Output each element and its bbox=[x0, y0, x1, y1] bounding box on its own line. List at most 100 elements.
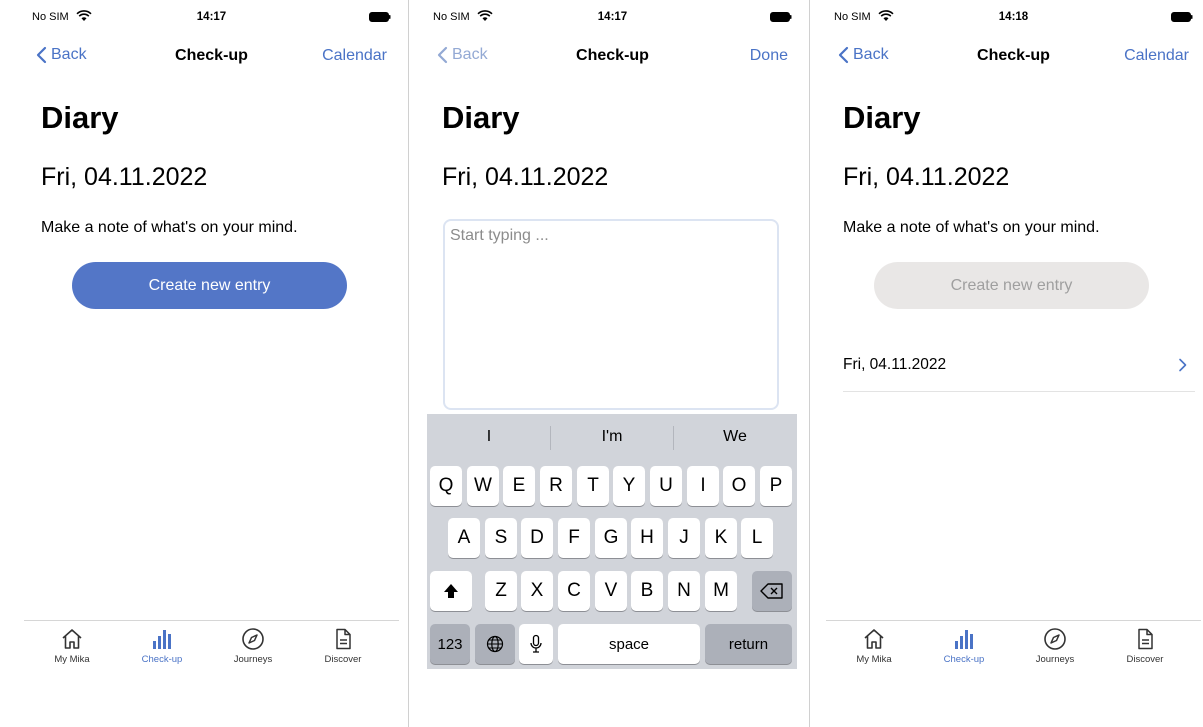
calendar-button[interactable]: Calendar bbox=[322, 47, 387, 65]
tab-my-mika[interactable]: My Mika bbox=[834, 627, 914, 665]
key-q[interactable]: Q bbox=[430, 466, 462, 506]
microphone-icon bbox=[530, 634, 542, 653]
create-entry-button[interactable]: Create new entry bbox=[72, 262, 347, 309]
navigation-bar: Back Check-up Calendar bbox=[826, 44, 1201, 72]
back-label: Back bbox=[452, 46, 488, 63]
key-w[interactable]: W bbox=[467, 466, 499, 506]
calendar-button[interactable]: Calendar bbox=[1124, 47, 1189, 65]
key-d[interactable]: D bbox=[521, 518, 553, 558]
compass-icon bbox=[1044, 628, 1066, 650]
suggestion-item[interactable]: I'm bbox=[552, 428, 672, 446]
tab-label: Check-up bbox=[141, 654, 183, 665]
screen-diary-with-entry: No SIM 14:18 Back Check-up Calendar Diar… bbox=[826, 0, 1201, 727]
key-n[interactable]: N bbox=[668, 571, 700, 611]
suggestion-item[interactable]: We bbox=[675, 428, 795, 446]
key-c[interactable]: C bbox=[558, 571, 590, 611]
key-j[interactable]: J bbox=[668, 518, 700, 558]
clock: 14:17 bbox=[196, 11, 227, 23]
diary-entry-row[interactable]: Fri, 04.11.2022 bbox=[843, 338, 1195, 392]
clock: 14:18 bbox=[998, 11, 1029, 23]
suggestion-divider bbox=[673, 426, 674, 450]
key-u[interactable]: U bbox=[650, 466, 682, 506]
key-z[interactable]: Z bbox=[485, 571, 517, 611]
key-l[interactable]: L bbox=[741, 518, 773, 558]
diary-prompt: Make a note of what's on your mind. bbox=[843, 219, 1100, 236]
chevron-right-icon bbox=[1179, 358, 1187, 371]
backspace-key[interactable] bbox=[752, 571, 792, 611]
battery-icon bbox=[1171, 12, 1193, 22]
clock: 14:17 bbox=[597, 11, 628, 23]
numbers-key[interactable]: 123 bbox=[430, 624, 470, 664]
tab-label: Discover bbox=[1126, 654, 1164, 665]
back-button[interactable]: Back bbox=[437, 46, 488, 64]
screen-divider bbox=[408, 0, 409, 727]
chevron-left-icon bbox=[838, 46, 849, 64]
key-t[interactable]: T bbox=[577, 466, 609, 506]
space-key[interactable]: space bbox=[558, 624, 700, 664]
key-v[interactable]: V bbox=[595, 571, 627, 611]
navigation-bar: Back Check-up Calendar bbox=[24, 44, 399, 72]
backspace-icon bbox=[760, 583, 783, 599]
home-icon bbox=[864, 629, 884, 649]
return-key[interactable]: return bbox=[705, 624, 792, 664]
create-entry-button[interactable]: Create new entry bbox=[874, 262, 1149, 309]
status-bar: No SIM 14:17 bbox=[425, 10, 800, 26]
status-bar: No SIM 14:17 bbox=[24, 10, 399, 26]
key-x[interactable]: X bbox=[521, 571, 553, 611]
screen-diary-empty: No SIM 14:17 Back Check-up Calendar Diar… bbox=[24, 0, 399, 727]
key-p[interactable]: P bbox=[760, 466, 792, 506]
key-m[interactable]: M bbox=[705, 571, 737, 611]
globe-icon bbox=[486, 635, 504, 653]
done-button[interactable]: Done bbox=[750, 47, 788, 65]
shift-key[interactable] bbox=[430, 571, 472, 611]
tab-check-up[interactable]: Check-up bbox=[122, 627, 202, 665]
diary-prompt: Make a note of what's on your mind. bbox=[41, 219, 298, 236]
tab-label: My Mika bbox=[856, 654, 892, 665]
key-k[interactable]: K bbox=[705, 518, 737, 558]
document-icon bbox=[1138, 628, 1153, 650]
bar-chart-icon bbox=[955, 630, 973, 649]
tab-bar: My Mika Check-up Journeys Discover bbox=[24, 620, 399, 670]
page-title: Diary bbox=[41, 100, 119, 135]
key-i[interactable]: I bbox=[687, 466, 719, 506]
key-y[interactable]: Y bbox=[613, 466, 645, 506]
back-label: Back bbox=[853, 46, 889, 63]
tab-label: Journeys bbox=[1035, 654, 1075, 665]
key-a[interactable]: A bbox=[448, 518, 480, 558]
key-o[interactable]: O bbox=[723, 466, 755, 506]
tab-label: Check-up bbox=[943, 654, 985, 665]
bar-chart-icon bbox=[153, 630, 171, 649]
screen-divider bbox=[809, 0, 810, 727]
keyboard-suggestions: I I'm We bbox=[427, 414, 797, 462]
document-icon bbox=[336, 628, 351, 650]
back-label: Back bbox=[51, 46, 87, 63]
diary-entry-textarea[interactable]: Start typing ... bbox=[443, 219, 779, 410]
dictation-key[interactable] bbox=[519, 624, 553, 664]
tab-journeys[interactable]: Journeys bbox=[213, 627, 293, 665]
globe-key[interactable] bbox=[475, 624, 515, 664]
back-button[interactable]: Back bbox=[838, 46, 889, 64]
home-icon bbox=[62, 629, 82, 649]
suggestion-item[interactable]: I bbox=[429, 428, 549, 446]
compass-icon bbox=[242, 628, 264, 650]
tab-discover[interactable]: Discover bbox=[1105, 627, 1185, 665]
tab-journeys[interactable]: Journeys bbox=[1015, 627, 1095, 665]
key-s[interactable]: S bbox=[485, 518, 517, 558]
tab-label: My Mika bbox=[54, 654, 90, 665]
key-e[interactable]: E bbox=[503, 466, 535, 506]
key-g[interactable]: G bbox=[595, 518, 627, 558]
tab-my-mika[interactable]: My Mika bbox=[32, 627, 112, 665]
tab-discover[interactable]: Discover bbox=[303, 627, 383, 665]
entry-date: Fri, 04.11.2022 bbox=[843, 355, 947, 373]
suggestion-divider bbox=[550, 426, 551, 450]
tab-check-up[interactable]: Check-up bbox=[924, 627, 1004, 665]
key-r[interactable]: R bbox=[540, 466, 572, 506]
back-button[interactable]: Back bbox=[36, 46, 87, 64]
key-h[interactable]: H bbox=[631, 518, 663, 558]
status-bar: No SIM 14:18 bbox=[826, 10, 1201, 26]
diary-date: Fri, 04.11.2022 bbox=[843, 163, 1010, 191]
navigation-bar: Back Check-up Done bbox=[425, 44, 800, 72]
key-b[interactable]: B bbox=[631, 571, 663, 611]
key-f[interactable]: F bbox=[558, 518, 590, 558]
chevron-left-icon bbox=[36, 46, 47, 64]
